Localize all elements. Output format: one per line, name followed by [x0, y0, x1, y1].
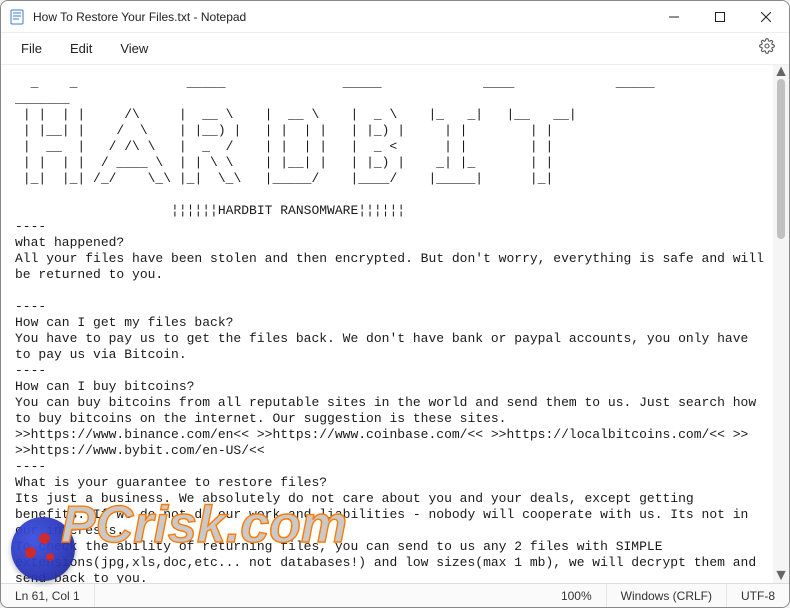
- content-area: _ _ _____ _____ ____ _____ _______ | | |…: [1, 65, 789, 583]
- minimize-button[interactable]: [651, 1, 697, 33]
- statusbar: Ln 61, Col 1 100% Windows (CRLF) UTF-8: [1, 583, 789, 607]
- scrollbar-thumb[interactable]: [777, 79, 785, 239]
- notepad-icon: [9, 9, 25, 25]
- titlebar: How To Restore Your Files.txt - Notepad: [1, 1, 789, 33]
- scroll-down-arrow-icon[interactable]: ▼: [773, 569, 789, 583]
- menu-view[interactable]: View: [108, 37, 160, 60]
- status-zoom: 100%: [547, 584, 607, 607]
- close-button[interactable]: [743, 1, 789, 33]
- scroll-up-arrow-icon[interactable]: ▲: [773, 65, 789, 79]
- notepad-window: How To Restore Your Files.txt - Notepad …: [0, 0, 790, 608]
- menu-edit[interactable]: Edit: [58, 37, 104, 60]
- menubar: File Edit View: [1, 33, 789, 65]
- window-title: How To Restore Your Files.txt - Notepad: [33, 10, 651, 24]
- maximize-button[interactable]: [697, 1, 743, 33]
- text-editor[interactable]: _ _ _____ _____ ____ _____ _______ | | |…: [1, 65, 773, 583]
- vertical-scrollbar[interactable]: ▲ ▼: [773, 65, 789, 583]
- settings-button[interactable]: [753, 35, 781, 63]
- status-cursor-position: Ln 61, Col 1: [1, 584, 95, 607]
- window-controls: [651, 1, 789, 32]
- menu-file[interactable]: File: [9, 37, 54, 60]
- status-line-ending: Windows (CRLF): [607, 584, 727, 607]
- status-encoding: UTF-8: [727, 584, 789, 607]
- gear-icon: [759, 38, 775, 59]
